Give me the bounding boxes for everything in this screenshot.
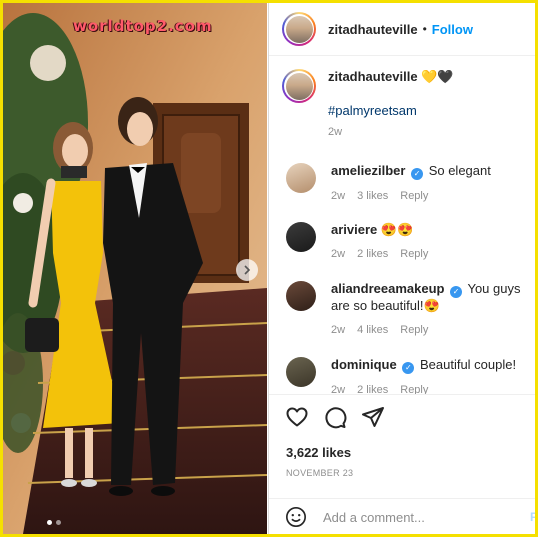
comment-item: ameliezilber ✓ So elegant 2w 3 likes Rep…: [286, 163, 531, 204]
post-photo[interactable]: worldtop2.com: [3, 3, 267, 534]
caption-hashtag[interactable]: #palmyreetsam: [328, 103, 454, 118]
carousel-dot-active: [47, 520, 52, 525]
comment-icon[interactable]: [323, 405, 347, 429]
comment-username[interactable]: ameliezilber: [331, 163, 405, 178]
comment-text: So elegant: [428, 163, 491, 178]
heart-icon[interactable]: [285, 405, 309, 429]
header-separator: •: [422, 22, 427, 36]
comment-time: 2w: [331, 190, 346, 202]
couple-photo-illustration: [3, 3, 267, 534]
reply-button[interactable]: Reply: [400, 246, 428, 262]
author-username[interactable]: zitadhauteville: [328, 22, 418, 37]
likes-count[interactable]: 3,622 likes: [286, 445, 351, 460]
comment-avatar[interactable]: [286, 357, 316, 387]
comment-likes[interactable]: 2 likes: [357, 246, 388, 262]
post-caption: zitadhauteville 💛🖤 #palmyreetsam 2w: [282, 69, 527, 138]
author-avatar[interactable]: [282, 12, 316, 46]
verified-icon: ✓: [450, 286, 463, 298]
caption-username[interactable]: zitadhauteville: [328, 69, 418, 84]
comment-likes[interactable]: 4 likes: [357, 322, 388, 338]
comment-avatar[interactable]: [286, 281, 316, 311]
comment-item: aliandreeamakeup ✓ You guys are so beaut…: [286, 281, 531, 338]
post-date: NOVEMBER 23: [286, 468, 354, 478]
caption-emojis: 💛🖤: [421, 69, 454, 84]
watermark: worldtop2.com: [73, 17, 213, 35]
reply-button[interactable]: Reply: [400, 322, 428, 338]
post-comment-button[interactable]: P: [530, 510, 535, 524]
follow-button[interactable]: Follow: [432, 22, 473, 37]
caption-avatar[interactable]: [282, 69, 316, 103]
comment-username[interactable]: ariviere: [331, 222, 377, 237]
reply-button[interactable]: Reply: [400, 188, 428, 204]
comment-item: ariviere 😍😍 2w 2 likes Reply: [286, 222, 531, 262]
next-photo-button[interactable]: [236, 259, 258, 281]
post-header: zitadhauteville • Follow: [269, 3, 535, 56]
caption-time: 2w: [328, 126, 343, 138]
comment-username[interactable]: dominique: [331, 357, 397, 372]
comment-avatar[interactable]: [286, 163, 316, 193]
comment-text: Beautiful couple!: [419, 357, 517, 372]
comment-text: 😍😍: [380, 222, 414, 237]
comment-item: dominique ✓ Beautiful couple! 2w 2 likes…: [286, 357, 531, 398]
verified-icon: ✓: [402, 362, 415, 374]
emoji-icon[interactable]: [285, 506, 307, 528]
post-side-panel: zitadhauteville • Follow zitadhauteville…: [268, 3, 535, 534]
carousel-dot: [56, 520, 61, 525]
carousel-dots: [47, 520, 61, 525]
post-actions: [285, 405, 385, 429]
comment-time: 2w: [331, 324, 346, 336]
post-frame: worldtop2.com zitadhauteville • Follow z…: [0, 0, 538, 537]
comment-likes[interactable]: 3 likes: [357, 188, 388, 204]
comment-time: 2w: [331, 248, 346, 260]
verified-icon: ✓: [411, 168, 424, 180]
comment-avatar[interactable]: [286, 222, 316, 252]
share-icon[interactable]: [361, 405, 385, 429]
comment-username[interactable]: aliandreeamakeup: [331, 281, 444, 296]
add-comment-input[interactable]: [321, 508, 505, 526]
add-comment-bar: P: [269, 498, 535, 534]
next-arrow-icon: [244, 265, 251, 275]
